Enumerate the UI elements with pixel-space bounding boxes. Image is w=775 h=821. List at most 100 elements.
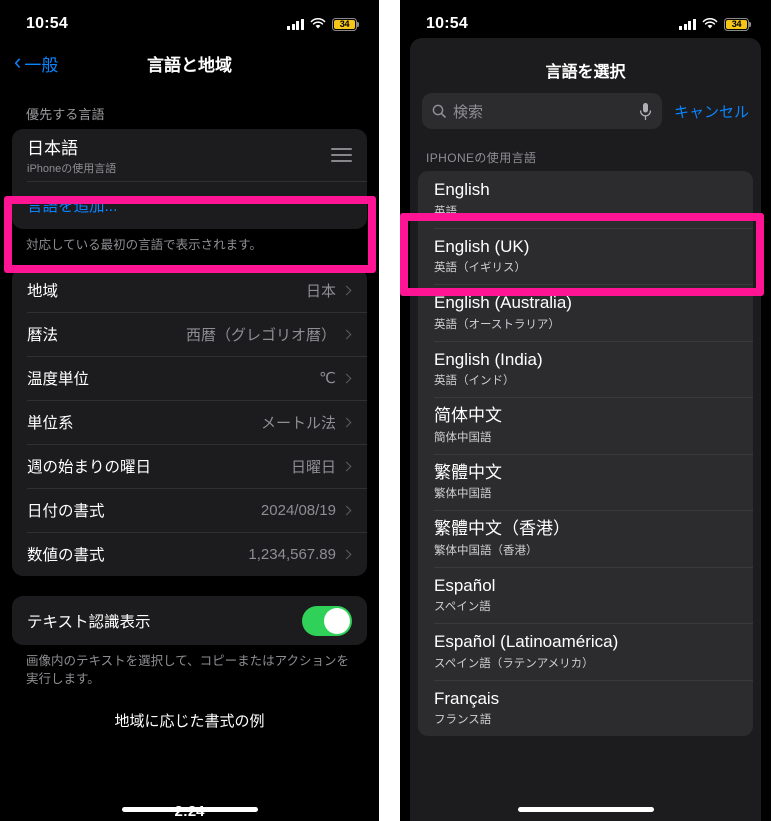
battery-icon: 34 (332, 17, 360, 31)
cancel-button[interactable]: キャンセル (674, 101, 749, 122)
language-name: 简体中文 (434, 406, 502, 426)
row-value: 日本 (305, 282, 336, 300)
language-sub: スペイン語 (434, 601, 491, 614)
text-recognition-label: テキスト認識表示 (27, 613, 151, 631)
preferred-languages-header: 優先する言語 (26, 107, 105, 122)
right-phone-screen: 10:54 34 言語を選択 検索 キャンセル IPHONEの使用言語 Engl… (400, 0, 771, 821)
language-group-header: IPHONEの使用言語 (426, 151, 537, 165)
text-recognition-toggle[interactable] (302, 605, 352, 636)
status-bar: 10:54 34 (400, 0, 771, 40)
status-time: 10:54 (426, 15, 468, 32)
select-language-sheet: 言語を選択 検索 キャンセル IPHONEの使用言語 English 英語 En… (410, 38, 761, 821)
primary-language-sub: iPhoneの使用言語 (27, 163, 117, 175)
preferred-languages-card: 日本語 iPhoneの使用言語 言語を追加... (12, 129, 367, 229)
row-label: 地域 (27, 283, 59, 301)
home-indicator[interactable]: 2:24 (121, 803, 258, 820)
language-list: English 英語 English (UK) 英語（イギリス） English… (418, 171, 753, 737)
format-example-title: 地域に応じた書式の例 (114, 713, 265, 731)
language-name: 繁體中文（香港） (434, 519, 570, 539)
language-name: English (UK) (434, 236, 530, 256)
back-button-label: 一般 (24, 55, 59, 75)
list-item[interactable]: 简体中文 簡体中国語 (418, 397, 753, 454)
search-row: 検索 キャンセル (410, 93, 761, 142)
battery-percent: 34 (731, 18, 742, 29)
list-item[interactable]: 繁體中文（香港） 繁体中国語（香港） (418, 510, 753, 567)
language-name: Español (Latinoamérica) (434, 632, 619, 652)
wifi-icon (702, 18, 718, 30)
chevron-right-icon (341, 549, 352, 560)
chevron-right-icon (341, 461, 352, 472)
language-sub: 繁体中国語（香港） (434, 544, 538, 557)
language-name: Español (434, 575, 496, 595)
list-item[interactable]: English (India) 英語（インド） (418, 340, 753, 398)
wifi-icon (310, 18, 326, 30)
row-calendar[interactable]: 暦法 西暦（グレゴリオ暦） (12, 312, 367, 356)
search-placeholder: 検索 (453, 103, 484, 121)
chevron-right-icon (341, 285, 352, 296)
language-name: Français (434, 688, 500, 708)
list-item[interactable]: English (Australia) 英語（オーストラリア） (418, 284, 753, 341)
row-number-format[interactable]: 数値の書式 1,234,567.89 (12, 532, 367, 576)
text-recognition-footer: 画像内のテキストを選択して、コピーまたはアクションを実行します。 (26, 654, 350, 687)
battery-icon: 34 (724, 17, 752, 31)
chevron-right-icon (341, 329, 352, 340)
preferred-languages-footer: 対応している最初の言語で表示されます。 (26, 238, 262, 252)
list-item[interactable]: Español (Latinoamérica) スペイン語（ラテンアメリカ） (418, 623, 753, 680)
language-name: 繁體中文 (434, 462, 502, 482)
list-item[interactable]: English 英語 (418, 171, 753, 228)
search-input[interactable]: 検索 (422, 93, 662, 129)
search-icon (432, 104, 446, 118)
chevron-left-icon: ‹ (14, 49, 22, 74)
back-button[interactable]: ‹ 一般 (14, 51, 58, 76)
list-item[interactable]: English (UK) 英語（イギリス） (418, 227, 753, 285)
peek-time: 2:24 (174, 803, 205, 820)
row-label: 単位系 (27, 415, 74, 433)
language-name: English (Australia) (434, 293, 572, 313)
list-item[interactable]: Français フランス語 (418, 679, 753, 737)
screenshot-stage: 10:54 34 ‹ 一般 言語と地域 優先する言語 日本語 iPhoneの使用… (0, 0, 775, 821)
sheet-title: 言語を選択 (545, 64, 626, 81)
row-date-format[interactable]: 日付の書式 2024/08/19 (12, 488, 367, 532)
add-language-label: 言語を追加... (27, 198, 118, 215)
left-phone-screen: 10:54 34 ‹ 一般 言語と地域 優先する言語 日本語 iPhoneの使用… (0, 0, 379, 821)
row-add-language[interactable]: 言語を追加... (12, 181, 367, 229)
row-label: 数値の書式 (27, 547, 105, 565)
row-value: 1,234,567.89 (248, 545, 336, 563)
row-primary-language[interactable]: 日本語 iPhoneの使用言語 (12, 129, 367, 181)
language-sub: 英語 (434, 205, 457, 218)
list-item[interactable]: 繁體中文 繁体中国語 (418, 453, 753, 511)
microphone-icon[interactable] (639, 102, 652, 121)
language-name: English (India) (434, 349, 543, 369)
language-sub: 英語（インド） (434, 375, 515, 388)
row-value: 2024/08/19 (260, 501, 336, 519)
reorder-handle-icon[interactable] (331, 148, 352, 162)
text-recognition-card: テキスト認識表示 (12, 596, 367, 646)
row-label: 日付の書式 (27, 503, 105, 521)
toggle-knob (324, 607, 350, 634)
row-value: 日曜日 (290, 458, 336, 476)
primary-language-name: 日本語 (27, 139, 78, 158)
status-time: 10:54 (26, 15, 68, 32)
row-label: 暦法 (27, 327, 59, 345)
language-sub: フランス語 (434, 714, 492, 727)
region-settings-card: 地域 日本 暦法 西暦（グレゴリオ暦） 温度単位 ℃ 単位系 メートル法 週の始… (12, 268, 367, 577)
status-bar: 10:54 34 (0, 0, 379, 40)
row-measurement-system[interactable]: 単位系 メートル法 (12, 400, 367, 444)
language-sub: 簡体中国語 (434, 431, 492, 444)
list-item[interactable]: Español スペイン語 (418, 566, 753, 624)
home-indicator[interactable] (517, 807, 654, 812)
row-first-day-of-week[interactable]: 週の始まりの曜日 日曜日 (12, 444, 367, 488)
cellular-bars-icon (679, 18, 696, 30)
row-label: 週の始まりの曜日 (27, 459, 152, 477)
language-sub: 繁体中国語 (434, 488, 492, 501)
navigation-bar: ‹ 一般 言語と地域 (0, 40, 379, 86)
row-value: 西暦（グレゴリオ暦） (185, 326, 336, 344)
language-name: English (434, 180, 490, 199)
chevron-right-icon (341, 505, 352, 516)
language-sub: 英語（イギリス） (434, 262, 526, 275)
row-text-recognition[interactable]: テキスト認識表示 (12, 596, 367, 645)
row-region[interactable]: 地域 日本 (12, 268, 367, 312)
row-value: メートル法 (260, 414, 336, 432)
row-temperature-unit[interactable]: 温度単位 ℃ (12, 356, 367, 400)
status-icons: 34 (287, 17, 360, 31)
